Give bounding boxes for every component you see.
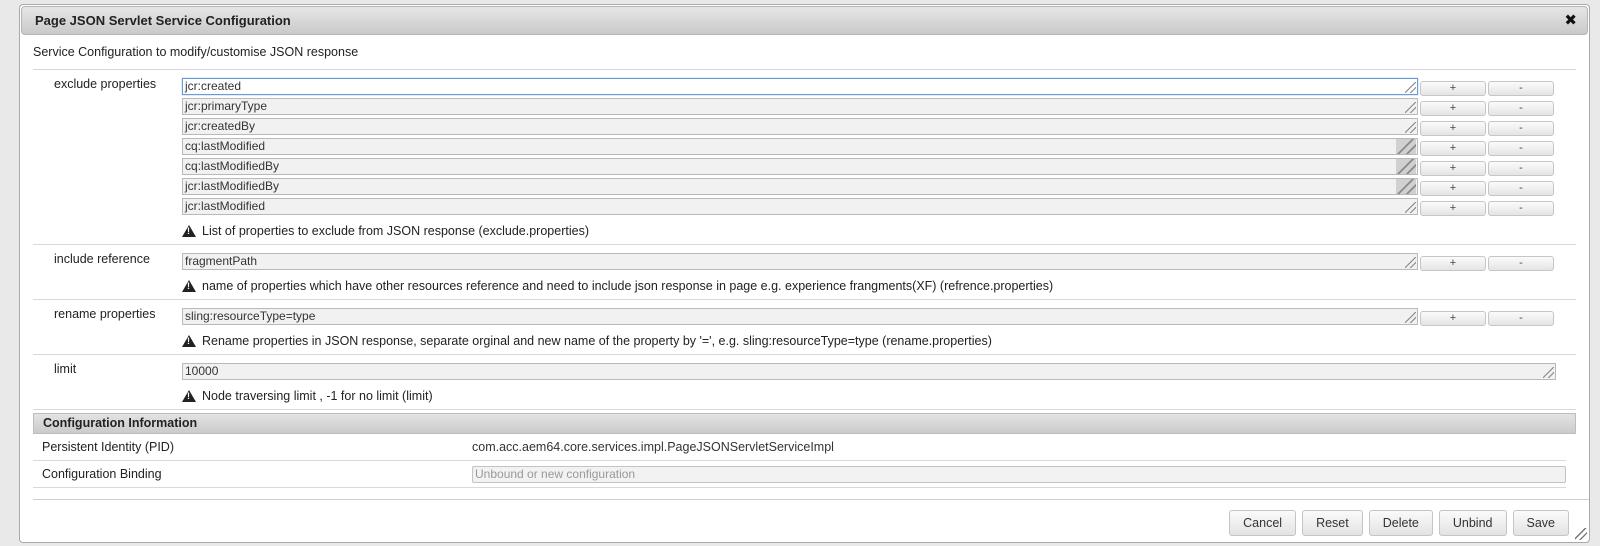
limit-input[interactable]: 10000 (182, 362, 1556, 380)
warning-icon (182, 335, 196, 347)
rename-value-input[interactable]: sling:resourceType=type (182, 307, 1418, 325)
field-label: rename properties (54, 307, 156, 321)
dialog-titlebar[interactable]: Page JSON Servlet Service Configuration … (21, 6, 1588, 35)
exclude-value-input[interactable]: jcr:primaryType (182, 97, 1418, 115)
exclude-value-input[interactable]: jcr:lastModifiedBy (182, 177, 1418, 195)
remove-value-button[interactable]: - (1488, 100, 1554, 116)
add-value-button[interactable]: + (1420, 180, 1486, 196)
exclude-value-input[interactable]: jcr:created (182, 77, 1418, 95)
resize-grip-icon[interactable] (1405, 311, 1416, 323)
field-exclude-properties: exclude properties jcr:created + - jcr:p… (33, 70, 1576, 245)
cancel-button[interactable]: Cancel (1229, 510, 1297, 536)
value-line: jcr:lastModifiedBy + - (182, 176, 1556, 196)
pid-label: Persistent Identity (PID) (42, 440, 174, 454)
value-line: sling:resourceType=type + - (182, 306, 1556, 326)
delete-button[interactable]: Delete (1368, 510, 1433, 536)
configuration-dialog: Page JSON Servlet Service Configuration … (19, 4, 1590, 543)
value-line: jcr:lastModified + - (182, 196, 1556, 216)
add-value-button[interactable]: + (1420, 140, 1486, 156)
pid-row: Persistent Identity (PID) com.acc.aem64.… (33, 434, 1566, 461)
value-line: cq:lastModifiedBy + - (182, 156, 1556, 176)
add-value-button[interactable]: + (1420, 120, 1486, 136)
unbind-button[interactable]: Unbind (1438, 510, 1507, 536)
remove-value-button[interactable]: - (1488, 80, 1554, 96)
dialog-title: Page JSON Servlet Service Configuration (35, 13, 291, 28)
dialog-description: Service Configuration to modify/customis… (33, 45, 359, 59)
exclude-value-input[interactable]: jcr:lastModified (182, 197, 1418, 215)
remove-value-button[interactable]: - (1488, 160, 1554, 176)
resize-grip-icon[interactable] (1405, 81, 1416, 93)
resize-grip-icon[interactable] (1543, 366, 1554, 378)
remove-value-button[interactable]: - (1488, 310, 1554, 326)
include-value-input[interactable]: fragmentPath (182, 252, 1418, 270)
value-line: 10000 (182, 361, 1556, 381)
field-hint: List of properties to exclude from JSON … (182, 216, 1556, 238)
field-hint: Rename properties in JSON response, sepa… (182, 326, 1556, 348)
exclude-value-input[interactable]: jcr:createdBy (182, 117, 1418, 135)
field-include-reference: include reference fragmentPath + - name … (33, 245, 1576, 300)
dialog-footer: Cancel Reset Delete Unbind Save (20, 500, 1589, 536)
add-value-button[interactable]: + (1420, 310, 1486, 326)
add-value-button[interactable]: + (1420, 160, 1486, 176)
field-hint: name of properties which have other reso… (182, 271, 1556, 293)
value-line: cq:lastModified + - (182, 136, 1556, 156)
binding-field[interactable]: Unbound or new configuration (472, 465, 1566, 483)
field-hint: Node traversing limit , -1 for no limit … (182, 381, 1556, 403)
value-line: fragmentPath + - (182, 251, 1556, 271)
resize-grip-icon[interactable] (1405, 256, 1416, 268)
add-value-button[interactable]: + (1420, 255, 1486, 271)
remove-value-button[interactable]: - (1488, 140, 1554, 156)
add-value-button[interactable]: + (1420, 80, 1486, 96)
remove-value-button[interactable]: - (1488, 120, 1554, 136)
field-label: include reference (54, 252, 150, 266)
binding-row: Configuration Binding Unbound or new con… (33, 461, 1566, 488)
warning-icon (182, 390, 196, 402)
resize-grip-icon[interactable] (1405, 121, 1416, 133)
binding-label: Configuration Binding (42, 467, 162, 481)
reset-button[interactable]: Reset (1302, 510, 1363, 536)
remove-value-button[interactable]: - (1488, 180, 1554, 196)
dialog-resize-icon[interactable] (1575, 528, 1587, 540)
add-value-button[interactable]: + (1420, 200, 1486, 216)
save-button[interactable]: Save (1512, 510, 1569, 536)
value-line: jcr:createdBy + - (182, 116, 1556, 136)
resize-grip-icon[interactable] (1396, 178, 1416, 194)
value-line: jcr:primaryType + - (182, 96, 1556, 116)
value-line: jcr:created + - (182, 76, 1556, 96)
exclude-value-input[interactable]: cq:lastModifiedBy (182, 157, 1418, 175)
warning-icon (182, 280, 196, 292)
config-info-header: Configuration Information (33, 413, 1576, 434)
exclude-value-input[interactable]: cq:lastModified (182, 137, 1418, 155)
resize-grip-icon[interactable] (1405, 201, 1416, 213)
resize-grip-icon[interactable] (1405, 101, 1416, 113)
resize-grip-icon[interactable] (1396, 158, 1416, 174)
field-rename-properties: rename properties sling:resourceType=typ… (33, 300, 1576, 355)
remove-value-button[interactable]: - (1488, 255, 1554, 271)
close-icon[interactable]: ✖ (1564, 13, 1577, 28)
pid-value: com.acc.aem64.core.services.impl.PageJSO… (472, 440, 834, 454)
warning-icon (182, 225, 196, 237)
field-limit: limit 10000 Node traversing limit , -1 f… (33, 355, 1576, 410)
remove-value-button[interactable]: - (1488, 200, 1554, 216)
resize-grip-icon[interactable] (1396, 138, 1416, 154)
field-label: exclude properties (54, 77, 157, 91)
add-value-button[interactable]: + (1420, 100, 1486, 116)
field-label: limit (54, 362, 77, 376)
